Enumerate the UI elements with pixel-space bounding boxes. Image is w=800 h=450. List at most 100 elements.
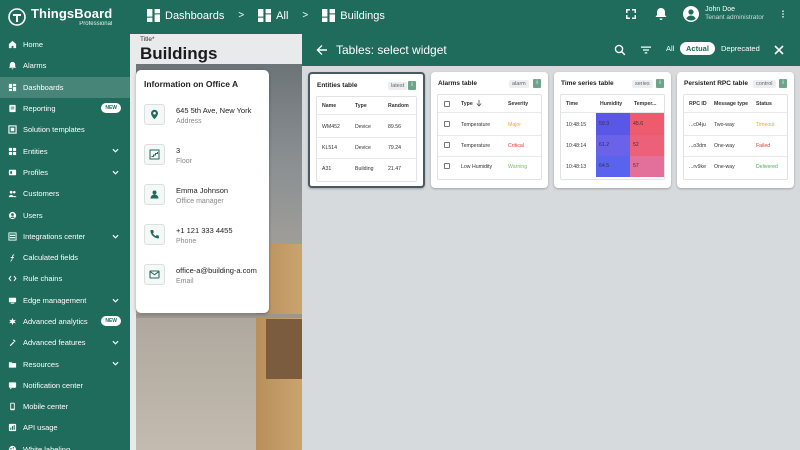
info-icon[interactable]: i (656, 79, 664, 88)
severity-cell: Major (508, 122, 521, 128)
sidebar-item-home[interactable]: Home (0, 34, 130, 55)
filter-tab-deprecated[interactable]: Deprecated (721, 44, 760, 53)
brand-logo[interactable]: ThingsBoard Professional (7, 5, 127, 29)
info-value: 3 (176, 146, 181, 155)
breadcrumb-all[interactable]: All (258, 9, 288, 22)
sidebar-item-api-usage[interactable]: API usage (0, 417, 130, 438)
info-value: 645 5th Ave, New York (176, 106, 252, 115)
chevron-down-icon[interactable] (112, 147, 119, 154)
filter-tab-all[interactable]: All (666, 44, 674, 53)
user-menu[interactable]: John Doe Tenant administrator (683, 6, 764, 23)
sidebar-item-reporting[interactable]: Reporting NEW (0, 98, 130, 119)
row-checkbox (444, 163, 450, 169)
chevron-down-icon[interactable] (112, 169, 119, 176)
widget-card-entities-table[interactable]: Entities table latest i Name Type Random… (308, 72, 425, 188)
info-row: 645 5th Ave, New York Address (144, 104, 264, 134)
widget-tag: control (753, 80, 776, 88)
sidebar-item-notification-center[interactable]: Notification center (0, 375, 130, 396)
top-bar: ThingsBoard Professional Dashboards > Al… (0, 0, 800, 34)
sidebar-item-mobile-center[interactable]: Mobile center (0, 396, 130, 417)
info-icon[interactable]: i (779, 79, 787, 88)
breadcrumb-buildings[interactable]: Buildings (322, 9, 385, 22)
close-icon[interactable] (773, 44, 785, 56)
info-label: Phone (176, 238, 197, 245)
sidebar-item-calculated-fields[interactable]: Calculated fields (0, 247, 130, 268)
info-icon-box (144, 264, 165, 285)
sidebar-item-solution-templates[interactable]: Solution templates (0, 119, 130, 140)
sidebar-item-profiles[interactable]: Profiles (0, 162, 130, 183)
user-name: John Doe (705, 6, 736, 13)
column-header: Temper... (634, 101, 657, 107)
sidebar-item-dashboards[interactable]: Dashboards (0, 76, 130, 98)
sidebar-item-integrations-center[interactable]: Integrations center (0, 226, 130, 247)
search-icon[interactable] (614, 44, 626, 56)
info-card-title: Information on Office A (144, 79, 239, 89)
sidebar-item-users[interactable]: Users (0, 204, 130, 225)
sidebar-item-advanced-features[interactable]: Advanced features (0, 332, 130, 353)
back-arrow-icon[interactable] (316, 44, 328, 56)
sidebar-item-label: Dashboards (23, 82, 64, 92)
dashboard-icon (322, 9, 336, 22)
widget-card-alarms-table[interactable]: Alarms table alarm i Type Severity Tempe… (431, 72, 548, 188)
info-icon[interactable]: i (533, 79, 541, 88)
chevron-down-icon[interactable] (112, 233, 119, 240)
breadcrumb-dashboards[interactable]: Dashboards (147, 9, 224, 22)
dashboard-canvas: Title* Buildings Information on Office A… (130, 34, 302, 450)
sidebar-item-label: Customers (23, 189, 60, 199)
table-cell: Low Humidity (461, 164, 493, 170)
filter-tab-actual[interactable]: Actual (680, 42, 715, 55)
panel-header: Tables: select widget All Actual Depreca… (302, 34, 800, 66)
widget-preview-table: Time Humidity Temper... 10:48:15 59.3 45… (560, 94, 665, 180)
widget-title: Entities table (317, 82, 358, 89)
chevron-down-icon[interactable] (112, 297, 119, 304)
chevron-down-icon[interactable] (112, 360, 119, 367)
dashboard-icon (258, 9, 272, 22)
heat-cell: 59.3 (596, 113, 630, 135)
sort-arrow-down-icon (476, 100, 482, 107)
table-cell: WM452 (322, 124, 340, 130)
function-icon (10, 254, 15, 262)
chevron-down-icon[interactable] (112, 339, 119, 346)
fullscreen-icon[interactable] (623, 6, 639, 22)
api-icon (8, 424, 17, 432)
heat-cell: 61.2 (596, 135, 630, 156)
more-vertical-icon[interactable] (778, 6, 788, 22)
sidebar-item-label: Users (23, 210, 43, 220)
dashboard-title[interactable]: Buildings (140, 44, 217, 64)
sidebar-item-customers[interactable]: Customers (0, 183, 130, 204)
widget-preview-table: RPC ID Message type Status ...c04ju Two-… (683, 94, 788, 180)
filter-list-icon[interactable] (640, 44, 652, 56)
sidebar-item-alarms[interactable]: Alarms (0, 55, 130, 76)
sidebar-item-resources[interactable]: Resources (0, 353, 130, 374)
notifications-bell-icon[interactable] (653, 6, 669, 22)
info-label: Address (176, 118, 202, 125)
sidebar-item-entities[interactable]: Entities (0, 140, 130, 161)
mobile-icon (10, 402, 15, 411)
widget-card-persistent-rpc-table[interactable]: Persistent RPC table control i RPC ID Me… (677, 72, 794, 188)
brand-edition: Professional (79, 21, 113, 27)
sidebar-item-edge-management[interactable]: Edge management (0, 290, 130, 311)
sidebar-item-white-labeling[interactable]: White labeling (0, 439, 130, 450)
template-icon (8, 125, 17, 134)
email-icon (149, 270, 160, 279)
sidebar-item-label: Notification center (23, 380, 84, 390)
info-card[interactable]: Information on Office A 645 5th Ave, New… (136, 70, 269, 313)
table-cell: Temperature (461, 122, 491, 128)
entities-icon (8, 147, 17, 155)
info-row: 3 Floor (144, 144, 264, 174)
info-icon[interactable]: i (408, 81, 416, 90)
select-all-checkbox (444, 101, 450, 107)
table-cell: ...o3dm (689, 143, 707, 149)
column-header: Message type (714, 101, 749, 107)
info-icon-box (144, 224, 165, 245)
table-cell: 10:48:14 (566, 143, 587, 149)
status-cell: Timeout (756, 122, 775, 128)
alarm-icon (8, 62, 17, 70)
sidebar-item-advanced-analytics[interactable]: Advanced analytics NEW (0, 311, 130, 332)
column-header: RPC ID (689, 101, 707, 107)
sidebar-item-rule-chains[interactable]: Rule chains (0, 268, 130, 289)
table-cell: ...rv9ke (689, 164, 707, 170)
widget-card-time-series-table[interactable]: Time series table series i Time Humidity… (554, 72, 671, 188)
heat-cell: 64.5 (596, 156, 630, 177)
info-label: Office manager (176, 198, 224, 205)
